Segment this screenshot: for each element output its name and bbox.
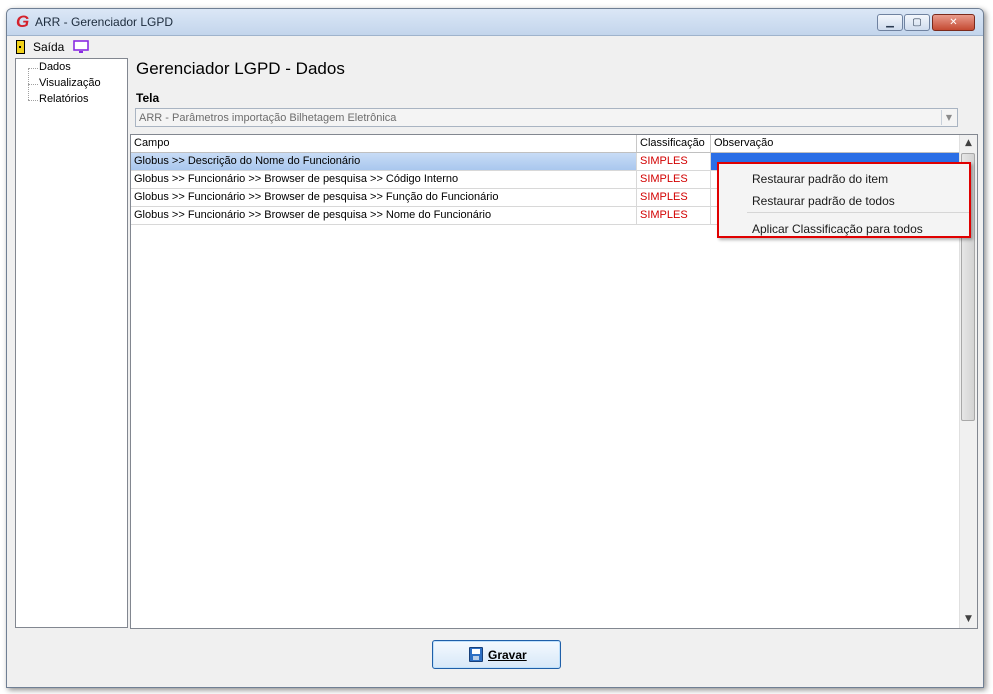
sidebar-item-visualizacao[interactable]: Visualização: [16, 77, 126, 92]
menu-item-restaurar-todos[interactable]: Restaurar padrão de todos: [752, 194, 895, 208]
tela-select[interactable]: ARR - Parâmetros importação Bilhetagem E…: [135, 108, 958, 127]
cell-campo[interactable]: Globus >> Funcionário >> Browser de pesq…: [131, 207, 637, 225]
app-window: G ARR - Gerenciador LGPD ▁ ▢ ✕ Saída Dad…: [6, 8, 984, 688]
grid-header: Campo Classificação Observação: [131, 135, 960, 153]
close-icon: ✕: [949, 17, 958, 28]
sidebar-item-dados[interactable]: Dados: [16, 61, 126, 100]
monitor-icon[interactable]: [73, 40, 89, 54]
column-header-observacao[interactable]: Observação: [711, 135, 960, 152]
sidebar-item-label: Relatórios: [39, 93, 89, 105]
cell-campo[interactable]: Globus >> Funcionário >> Browser de pesq…: [131, 171, 637, 189]
tela-select-value: ARR - Parâmetros importação Bilhetagem E…: [139, 112, 397, 124]
cell-classificacao[interactable]: SIMPLES: [637, 189, 711, 207]
minimize-icon: ▁: [886, 17, 894, 28]
menu-bar: Saída: [7, 36, 983, 58]
cell-classificacao[interactable]: SIMPLES: [637, 207, 711, 225]
exit-door-icon[interactable]: [16, 40, 25, 54]
page-title: Gerenciador LGPD - Dados: [136, 59, 345, 78]
menu-separator: [747, 212, 969, 213]
sidebar-item-relatorios[interactable]: Relatórios: [16, 93, 126, 108]
save-button-label: Gravar: [488, 648, 527, 662]
floppy-disk-icon: [469, 647, 483, 662]
cell-classificacao[interactable]: SIMPLES: [637, 171, 711, 189]
window-title: ARR - Gerenciador LGPD: [35, 15, 174, 29]
close-button[interactable]: ✕: [932, 14, 975, 31]
scroll-up-icon[interactable]: ▲: [960, 135, 977, 152]
tela-label: Tela: [136, 91, 160, 105]
maximize-button[interactable]: ▢: [904, 14, 930, 31]
column-header-classificacao[interactable]: Classificação: [637, 135, 711, 152]
sidebar-tree: Dados Visualização Relatórios: [15, 58, 128, 628]
menu-item-aplicar-classificacao[interactable]: Aplicar Classificação para todos: [752, 222, 923, 236]
scroll-down-icon[interactable]: ▼: [960, 611, 977, 628]
footer-bar: Gravar: [7, 629, 983, 687]
title-bar[interactable]: G ARR - Gerenciador LGPD ▁ ▢ ✕: [7, 9, 983, 36]
app-logo-icon: G: [16, 12, 30, 31]
cell-campo[interactable]: Globus >> Descrição do Nome do Funcionár…: [131, 153, 637, 171]
cell-classificacao[interactable]: SIMPLES: [637, 153, 711, 171]
sidebar-item-label: Dados: [39, 61, 71, 73]
save-button[interactable]: Gravar: [432, 640, 561, 669]
context-menu: Restaurar padrão do item Restaurar padrã…: [717, 162, 971, 238]
minimize-button[interactable]: ▁: [877, 14, 903, 31]
column-header-campo[interactable]: Campo: [131, 135, 637, 152]
chevron-down-icon[interactable]: ▼: [941, 110, 956, 125]
cell-campo[interactable]: Globus >> Funcionário >> Browser de pesq…: [131, 189, 637, 207]
menu-item-saida[interactable]: Saída: [33, 40, 64, 54]
menu-item-restaurar-item[interactable]: Restaurar padrão do item: [752, 172, 888, 186]
maximize-icon: ▢: [912, 17, 922, 28]
sidebar-item-label: Visualização: [39, 77, 101, 89]
